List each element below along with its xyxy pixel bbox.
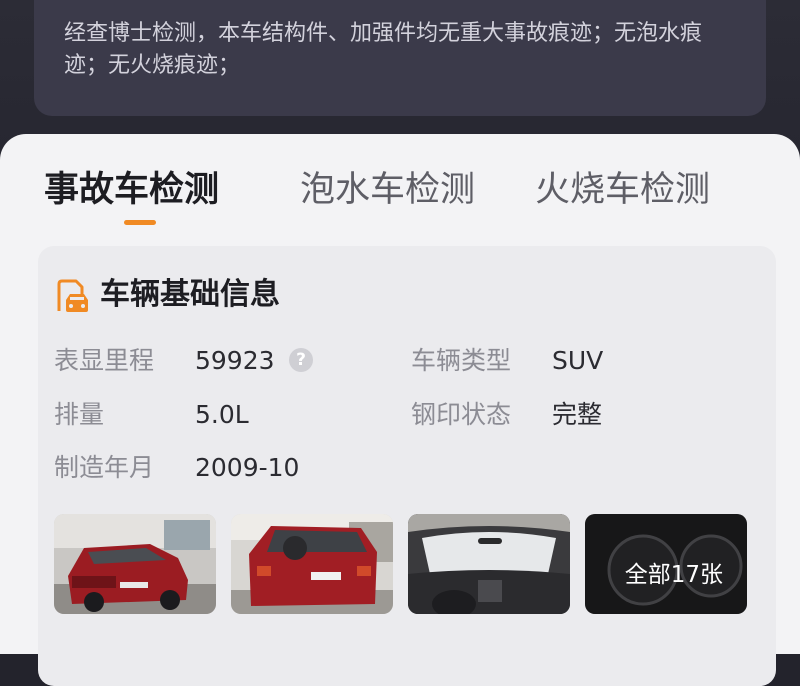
help-icon[interactable]: ? (289, 348, 313, 372)
vehicle-photo-dashboard[interactable]: 全部17张 (585, 514, 747, 614)
vehicle-type-label: 车辆类型 (411, 346, 512, 375)
vehicle-photo-front[interactable] (54, 514, 216, 614)
car-document-icon (52, 278, 90, 316)
steel-stamp-label: 钢印状态 (411, 400, 512, 429)
inspection-summary-text: 经查博士检测，本车结构件、加强件均无重大事故痕迹；无泡水痕迹；无火烧痕迹； (64, 21, 703, 78)
mileage-label: 表显里程 (54, 346, 155, 375)
displacement-label: 排量 (54, 400, 105, 429)
mileage-value: 59923 (195, 346, 275, 375)
tab-fire-inspection[interactable]: 火烧车检测 (535, 168, 710, 212)
manufacture-date-value: 2009-10 (195, 453, 300, 482)
displacement-value: 5.0L (195, 400, 249, 429)
vehicle-photo-interior[interactable] (408, 514, 570, 614)
car-front-photo-icon (54, 514, 216, 614)
car-rear-photo-icon (231, 514, 393, 614)
steel-stamp-value: 完整 (552, 400, 603, 429)
vehicle-photo-rear[interactable] (231, 514, 393, 614)
card-title: 车辆基础信息 (100, 277, 280, 312)
vehicle-type-value: SUV (552, 346, 604, 375)
car-interior-photo-icon (408, 514, 570, 614)
tab-accident-inspection[interactable]: 事故车检测 (44, 168, 219, 212)
manufacture-date-label: 制造年月 (54, 453, 155, 482)
view-all-photos-label[interactable]: 全部17张 (625, 560, 723, 590)
active-tab-indicator (124, 220, 156, 225)
inspection-detail-sheet: 事故车检测 泡水车检测 火烧车检测 车辆基础信息 表显里程 59923 ? 车辆… (0, 134, 800, 686)
tab-flood-inspection[interactable]: 泡水车检测 (300, 168, 475, 212)
